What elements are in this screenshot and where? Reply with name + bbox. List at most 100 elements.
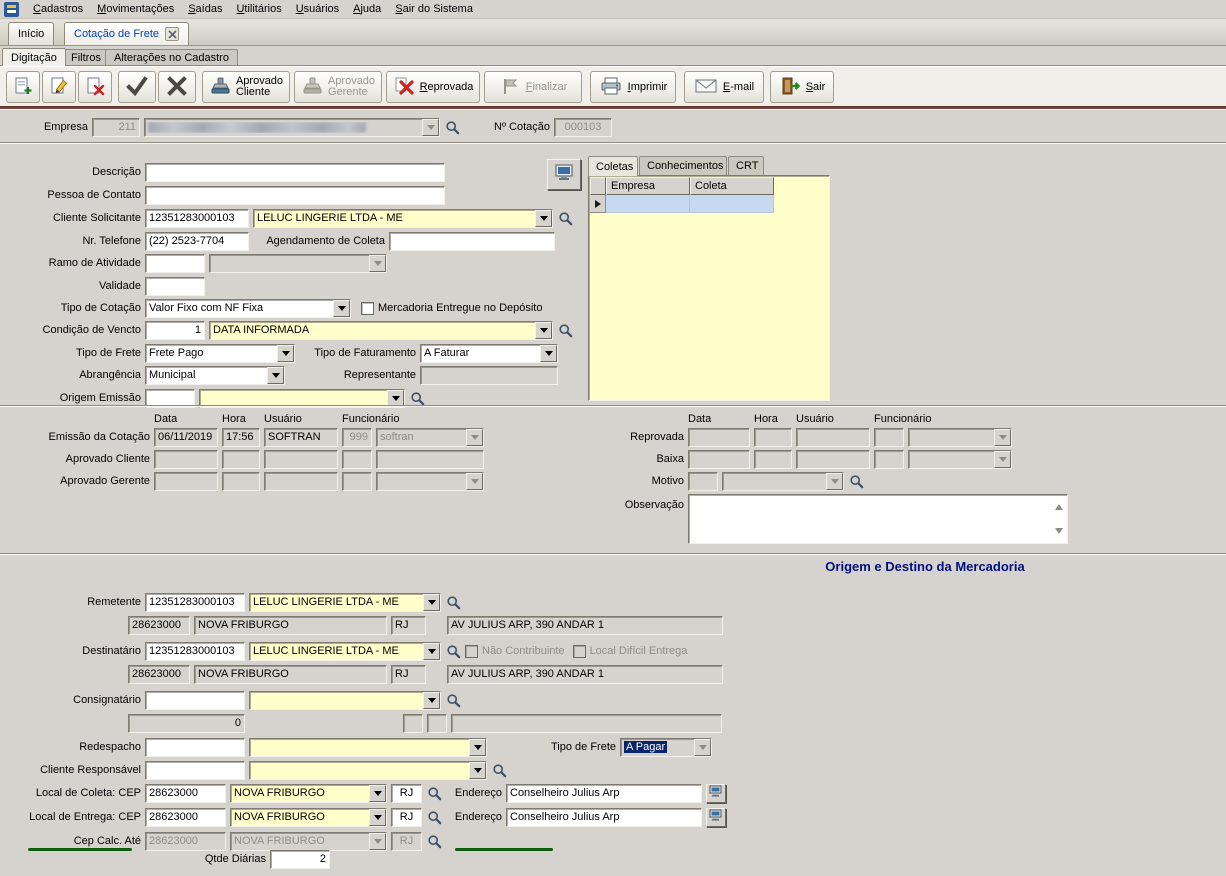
chevron-down-icon[interactable] <box>826 473 843 490</box>
search-icon[interactable] <box>557 210 573 226</box>
entrega-cidade-combo[interactable]: NOVA FRIBURGO <box>230 808 387 827</box>
chevron-down-icon[interactable] <box>994 451 1011 468</box>
grid-cell-empresa[interactable] <box>606 195 690 213</box>
coleta-cep-input[interactable]: 28623000 <box>145 784 226 803</box>
aprovado-gerente-func-combo[interactable] <box>376 472 484 491</box>
chevron-down-icon[interactable] <box>333 300 350 317</box>
new-record-button[interactable] <box>6 71 40 103</box>
search-icon[interactable] <box>426 833 442 849</box>
destinatario-cnpj-input[interactable]: 12351283000103 <box>145 642 245 661</box>
tab-conhecimentos[interactable]: Conhecimentos <box>639 156 727 175</box>
search-icon[interactable] <box>444 119 460 135</box>
baixa-func-combo[interactable] <box>908 450 1012 469</box>
nr-telefone-input[interactable]: (22) 2523-7704 <box>145 232 249 251</box>
edit-record-button[interactable] <box>42 71 76 103</box>
ramo-atividade-codigo-input[interactable] <box>145 254 205 273</box>
search-icon[interactable] <box>848 473 864 489</box>
grid-selected-row[interactable] <box>590 195 829 213</box>
tab-filtros[interactable]: Filtros <box>62 49 110 65</box>
tab-cotacao-frete[interactable]: Cotação de Frete <box>64 22 189 45</box>
qtde-diarias-input[interactable]: 2 <box>270 850 330 869</box>
cliente-solicitante-combo[interactable]: LELUC LINGERIE LTDA - ME <box>253 209 553 228</box>
chevron-down-icon[interactable] <box>423 692 440 709</box>
chevron-down-icon[interactable] <box>469 739 486 756</box>
local-dificil-checkbox[interactable] <box>573 645 586 658</box>
chevron-down-icon[interactable] <box>369 809 386 826</box>
ramo-atividade-combo[interactable] <box>209 254 387 273</box>
abrangencia-combo[interactable]: Municipal <box>145 366 285 385</box>
entrega-uf-input[interactable]: RJ <box>391 808 422 827</box>
tipo-frete-destino-combo[interactable]: A Pagar <box>620 738 712 757</box>
tab-coletas[interactable]: Coletas <box>588 156 638 176</box>
chevron-down-icon[interactable] <box>469 762 486 779</box>
search-icon[interactable] <box>445 643 461 659</box>
coletas-grid[interactable]: Empresa Coleta <box>588 175 830 401</box>
scroll-up-icon[interactable] <box>1055 500 1063 510</box>
tipo-faturamento-combo[interactable]: A Faturar <box>420 344 558 363</box>
menu-utilitarios[interactable]: Utilitários <box>229 1 288 17</box>
coleta-cidade-combo[interactable]: NOVA FRIBURGO <box>230 784 387 803</box>
menu-cadastros[interactable]: Cadastros <box>26 1 90 17</box>
chevron-down-icon[interactable] <box>369 833 386 850</box>
chevron-down-icon[interactable] <box>267 367 284 384</box>
aprovado-gerente-button[interactable]: AprovadoGerente <box>294 71 382 103</box>
menu-saidas[interactable]: Saídas <box>181 1 229 17</box>
menu-usuarios[interactable]: Usuários <box>289 1 346 17</box>
chevron-down-icon[interactable] <box>423 594 440 611</box>
coleta-endereco-button[interactable] <box>706 784 726 803</box>
cliente-responsavel-combo[interactable] <box>249 761 487 780</box>
chevron-down-icon[interactable] <box>694 739 711 756</box>
num-cotacao-input[interactable]: 000103 <box>554 118 612 137</box>
aprovado-cliente-button[interactable]: AprovadoCliente <box>202 71 290 103</box>
chevron-down-icon[interactable] <box>422 119 439 136</box>
coleta-uf-input[interactable]: RJ <box>391 784 422 803</box>
cliente-responsavel-cnpj-input[interactable] <box>145 761 245 780</box>
cep-calc-cidade-combo[interactable]: NOVA FRIBURGO <box>230 832 387 851</box>
chevron-down-icon[interactable] <box>535 210 552 227</box>
screen-view-button[interactable] <box>547 159 581 190</box>
chevron-down-icon[interactable] <box>423 643 440 660</box>
confirm-button[interactable] <box>118 71 156 103</box>
finalizar-button[interactable]: Finalizar <box>484 71 582 103</box>
chevron-down-icon[interactable] <box>540 345 557 362</box>
tab-digitacao[interactable]: Digitação <box>2 48 66 66</box>
chevron-down-icon[interactable] <box>369 785 386 802</box>
chevron-down-icon[interactable] <box>994 429 1011 446</box>
agendamento-input[interactable] <box>389 232 555 251</box>
tab-alteracoes-cadastro[interactable]: Alterações no Cadastro <box>105 49 238 65</box>
entrega-cep-input[interactable]: 28623000 <box>145 808 226 827</box>
cliente-solicitante-cnpj-input[interactable]: 12351283000103 <box>145 209 249 228</box>
tipo-frete-combo[interactable]: Frete Pago <box>145 344 295 363</box>
chevron-down-icon[interactable] <box>369 255 386 272</box>
motivo-codigo-input[interactable] <box>688 472 718 491</box>
remetente-combo[interactable]: LELUC LINGERIE LTDA - ME <box>249 593 441 612</box>
mercadoria-deposito-checkbox[interactable] <box>361 302 374 315</box>
redespacho-cnpj-input[interactable] <box>145 738 245 757</box>
remetente-cnpj-input[interactable]: 12351283000103 <box>145 593 245 612</box>
empresa-combo[interactable] <box>144 118 440 137</box>
nao-contribuinte-checkbox[interactable] <box>465 645 478 658</box>
entrega-endereco-button[interactable] <box>706 808 726 827</box>
search-icon[interactable] <box>426 809 442 825</box>
grid-col-coleta[interactable]: Coleta <box>690 177 774 195</box>
destinatario-combo[interactable]: LELUC LINGERIE LTDA - ME <box>249 642 441 661</box>
descricao-input[interactable] <box>145 163 445 182</box>
chevron-down-icon[interactable] <box>535 322 552 339</box>
condicao-vencto-codigo-input[interactable]: 1 <box>145 321 205 340</box>
consignatario-cnpj-input[interactable] <box>145 691 245 710</box>
cancel-button[interactable] <box>158 71 196 103</box>
sair-button[interactable]: Sair <box>770 71 834 103</box>
consignatario-combo[interactable] <box>249 691 441 710</box>
motivo-combo[interactable] <box>722 472 844 491</box>
search-icon[interactable] <box>445 692 461 708</box>
menu-movimentacoes[interactable]: Movimentações <box>90 1 181 17</box>
search-icon[interactable] <box>409 390 425 406</box>
reprovada-func-combo[interactable] <box>908 428 1012 447</box>
validade-input[interactable] <box>145 277 205 296</box>
observacao-textarea[interactable] <box>688 494 1068 544</box>
chevron-down-icon[interactable] <box>466 473 483 490</box>
grid-col-empresa[interactable]: Empresa <box>606 177 690 195</box>
tab-close-icon[interactable] <box>165 27 179 41</box>
search-icon[interactable] <box>426 785 442 801</box>
email-button[interactable]: E-mail <box>684 71 764 103</box>
